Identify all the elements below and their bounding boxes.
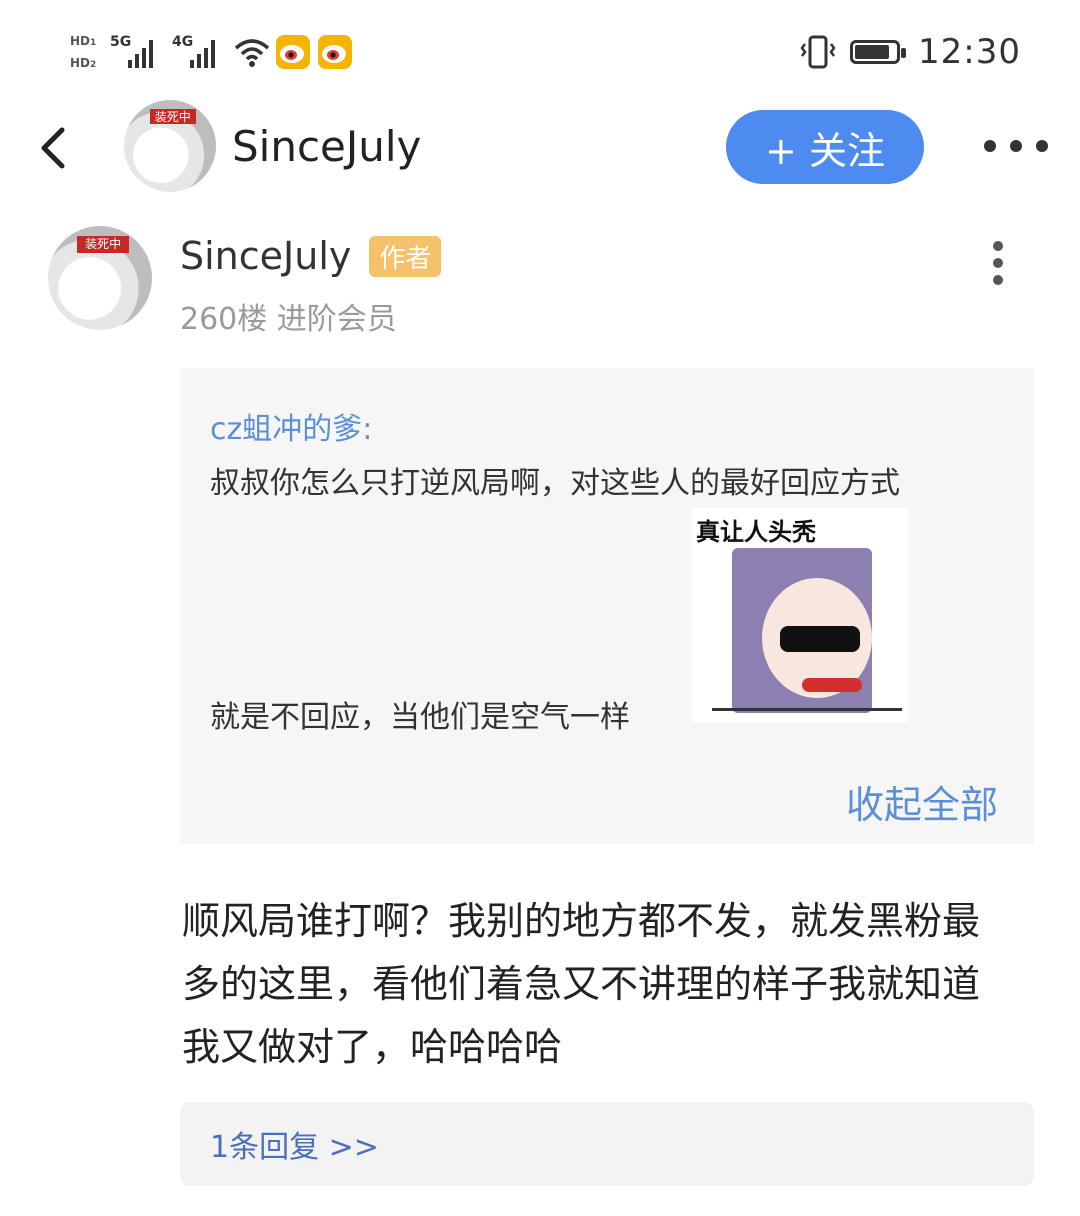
weibo-icon: [276, 35, 310, 69]
wifi-icon: [234, 39, 270, 67]
chevron-left-icon[interactable]: [36, 126, 70, 170]
battery-icon: [850, 40, 900, 64]
battery-tip: [901, 48, 906, 58]
avatar-banner-text: 装死中: [77, 236, 130, 254]
vibrate-icon: [800, 35, 836, 69]
post-body: 顺风局谁打啊？我别的地方都不发，就发黑粉最 多的这里，看他们着急又不讲理的样子我…: [182, 890, 1042, 1079]
replies-button[interactable]: 1条回复 >>: [180, 1102, 1034, 1186]
post-body-line-2: 多的这里，看他们着急又不讲理的样子我就知道: [182, 962, 981, 1006]
sticker-caption: 真让人头秃: [696, 518, 816, 546]
sticker-image: 真让人头秃: [692, 508, 908, 722]
status-bar: HD1 HD2 5G 4G 12:30: [0, 0, 1080, 100]
replies-label: 1条回复 >>: [210, 1130, 379, 1165]
hd-indicator-2: HD2: [70, 56, 97, 70]
signal-icon-2: [190, 38, 215, 68]
post-body-line-1: 顺风局谁打啊？我别的地方都不发，就发黑粉最: [182, 899, 981, 943]
clock-time: 12:30: [918, 32, 1021, 72]
hd-indicator-1: HD1: [70, 34, 97, 48]
quoted-author[interactable]: cz蛆冲的爹:: [210, 404, 372, 448]
author-avatar[interactable]: 装死中: [48, 226, 152, 330]
author-name[interactable]: SinceJuly: [180, 234, 351, 278]
signal-icon: [128, 38, 153, 68]
weibo-icon: [318, 35, 352, 69]
more-vertical-icon[interactable]: [986, 238, 1010, 292]
author-row: SinceJuly 作者: [180, 234, 442, 278]
more-horizontal-icon[interactable]: [980, 118, 1052, 183]
header-username[interactable]: SinceJuly: [232, 122, 421, 171]
post-meta: 260楼 进阶会员: [180, 302, 397, 337]
follow-button[interactable]: + 关注: [726, 110, 924, 184]
collapse-all-link[interactable]: 收起全部: [846, 774, 998, 829]
author-badge: 作者: [369, 235, 442, 277]
post-body-line-3: 我又做对了，哈哈哈哈: [182, 1025, 563, 1069]
quoted-text-line-2: 就是不回应，当他们是空气一样: [210, 700, 630, 735]
avatar-banner-text: 装死中: [149, 109, 196, 124]
header-avatar[interactable]: 装死中: [124, 100, 216, 192]
quoted-text-line-1: 叔叔你怎么只打逆风局啊，对这些人的最好回应方式: [210, 466, 900, 501]
